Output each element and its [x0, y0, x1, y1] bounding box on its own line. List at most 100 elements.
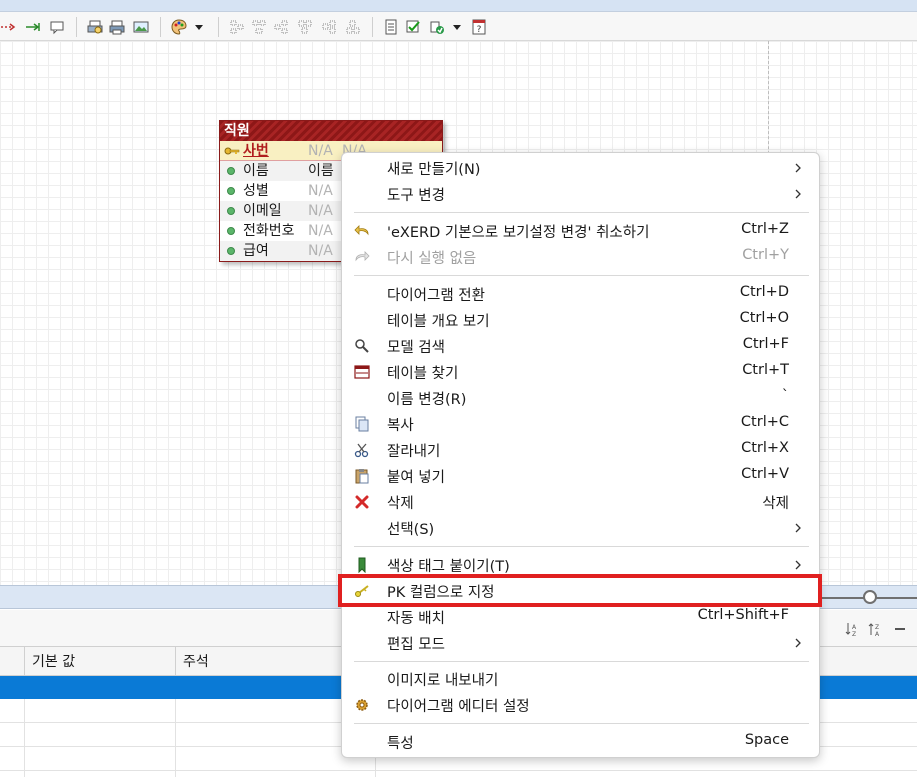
scissors-icon — [354, 442, 370, 458]
svg-text:Z: Z — [875, 624, 879, 631]
copy-icon — [354, 416, 370, 432]
menu-item-label: 복사 — [387, 418, 414, 434]
entity-title: 직원 — [220, 121, 442, 141]
menu-item-shortcut: Ctrl+Z — [741, 221, 789, 237]
menu-item-select[interactable]: 선택(S) — [342, 515, 819, 541]
chevron-down-icon[interactable] — [448, 18, 466, 36]
validate-icon[interactable] — [404, 18, 422, 36]
column-logical-name: 이름 — [308, 163, 334, 179]
menu-item-label: 테이블 개요 보기 — [387, 314, 490, 330]
highlight-box — [338, 574, 822, 607]
generate-icon[interactable] — [428, 18, 446, 36]
redo-icon — [354, 249, 370, 265]
column-name: 전화번호 — [243, 223, 295, 239]
menu-item-label: 잘라내기 — [387, 444, 441, 460]
palette-icon[interactable] — [170, 18, 188, 36]
align-right-icon[interactable] — [272, 18, 290, 36]
menu-item-auto-layout[interactable]: 자동 배치 Ctrl+Shift+F — [342, 604, 819, 630]
chevron-right-icon — [795, 163, 801, 173]
column-bullet-icon — [227, 227, 235, 235]
chevron-right-icon — [795, 638, 801, 648]
align-left-icon[interactable] — [228, 18, 246, 36]
search-icon — [354, 338, 370, 354]
print-preview-icon[interactable] — [86, 18, 104, 36]
zoom-slider-handle[interactable] — [863, 590, 877, 604]
menu-item-label: 편집 모드 — [387, 637, 445, 653]
column-logical-name: N/A — [308, 243, 333, 259]
undo-icon — [354, 223, 370, 239]
menu-item-label: 선택(S) — [387, 522, 435, 538]
menu-item-copy[interactable]: 복사 Ctrl+C — [342, 411, 819, 437]
chevron-right-icon — [795, 189, 801, 199]
column-bullet-icon — [227, 167, 235, 175]
comment-tool-icon[interactable] — [48, 18, 66, 36]
print-icon[interactable] — [108, 18, 126, 36]
chevron-down-icon[interactable] — [190, 18, 208, 36]
svg-text:A: A — [875, 631, 880, 637]
relation-tool-icon[interactable] — [0, 18, 18, 36]
menu-separator — [354, 212, 809, 213]
bookmark-icon — [354, 557, 370, 573]
menu-item-label: 테이블 찾기 — [387, 366, 459, 382]
sort-up-icon[interactable]: ZA — [868, 621, 884, 637]
paste-icon — [354, 468, 370, 484]
menu-item-shortcut: 삭제 — [762, 496, 789, 512]
menu-item-cut[interactable]: 잘라내기 Ctrl+X — [342, 437, 819, 463]
gear-icon — [354, 697, 370, 713]
grid-header-default-value[interactable]: 기본 값 — [24, 647, 175, 677]
delete-icon — [354, 494, 370, 510]
menu-item-shortcut: Ctrl+Shift+F — [697, 607, 789, 623]
menu-item-undo[interactable]: 'eXERD 기본으로 보기설정 변경' 취소하기 Ctrl+Z — [342, 218, 819, 244]
grid-column-line — [175, 699, 176, 777]
menu-item-label: 'eXERD 기본으로 보기설정 변경' 취소하기 — [387, 225, 650, 241]
toolbar-separator — [372, 17, 373, 37]
menu-item-label: 붙여 넣기 — [387, 470, 445, 486]
menu-item-model-search[interactable]: 모델 검색 Ctrl+F — [342, 333, 819, 359]
menu-item-shortcut: Ctrl+F — [742, 336, 789, 352]
align-middle-icon[interactable] — [320, 18, 338, 36]
menu-item-properties[interactable]: 특성 Space — [342, 729, 819, 755]
menu-item-shortcut: Ctrl+O — [739, 310, 789, 326]
menu-item-change-tool[interactable]: 도구 변경 — [342, 181, 819, 207]
menu-item-edit-mode[interactable]: 편집 모드 — [342, 630, 819, 656]
help-icon[interactable]: ? — [470, 18, 488, 36]
menu-item-label: 색상 태그 붙이기(T) — [387, 559, 510, 575]
column-bullet-icon — [227, 207, 235, 215]
grid-column-line — [24, 699, 25, 777]
menu-item-label: 삭제 — [387, 496, 414, 512]
menu-item-label: 다이어그램 전환 — [387, 288, 485, 304]
menu-item-switch-diagram[interactable]: 다이어그램 전환 Ctrl+D — [342, 281, 819, 307]
menu-item-shortcut: Ctrl+T — [742, 362, 789, 378]
menu-item-table-overview[interactable]: 테이블 개요 보기 Ctrl+O — [342, 307, 819, 333]
sort-down-icon[interactable]: AZ — [845, 621, 861, 637]
menu-item-redo[interactable]: 다시 실행 없음 Ctrl+Y — [342, 244, 819, 270]
minimize-icon[interactable] — [892, 621, 908, 637]
context-menu: 새로 만들기(N) 도구 변경 'eXERD 기본으로 보기설정 변경' 취소하… — [341, 152, 820, 758]
align-bottom-icon[interactable] — [344, 18, 362, 36]
column-name: 이메일 — [243, 203, 282, 219]
menu-item-label: 이미지로 내보내기 — [387, 673, 499, 689]
menu-item-shortcut: Ctrl+V — [741, 466, 789, 482]
connection-tool-icon[interactable] — [24, 18, 42, 36]
chevron-right-icon — [795, 560, 801, 570]
column-name: 급여 — [243, 243, 269, 259]
image-export-icon[interactable] — [132, 18, 150, 36]
menu-item-export-image[interactable]: 이미지로 내보내기 — [342, 666, 819, 692]
menu-item-label: 자동 배치 — [387, 611, 445, 627]
menu-separator — [354, 661, 809, 662]
align-center-icon[interactable] — [250, 18, 268, 36]
menu-item-label: 특성 — [387, 736, 414, 752]
menu-item-delete[interactable]: 삭제 삭제 — [342, 489, 819, 515]
menu-item-paste[interactable]: 붙여 넣기 Ctrl+V — [342, 463, 819, 489]
menu-item-rename[interactable]: 이름 변경(R) ` — [342, 385, 819, 411]
menu-item-label: 다이어그램 에디터 설정 — [387, 699, 530, 715]
column-logical-name: N/A — [308, 203, 333, 219]
menu-item-find-table[interactable]: 테이블 찾기 Ctrl+T — [342, 359, 819, 385]
key-icon — [224, 147, 240, 155]
menu-item-label: 이름 변경(R) — [387, 392, 467, 408]
main-toolbar: ? — [0, 12, 917, 41]
menu-item-new[interactable]: 새로 만들기(N) — [342, 155, 819, 181]
menu-item-editor-settings[interactable]: 다이어그램 에디터 설정 — [342, 692, 819, 718]
align-top-icon[interactable] — [296, 18, 314, 36]
document-icon[interactable] — [382, 18, 400, 36]
